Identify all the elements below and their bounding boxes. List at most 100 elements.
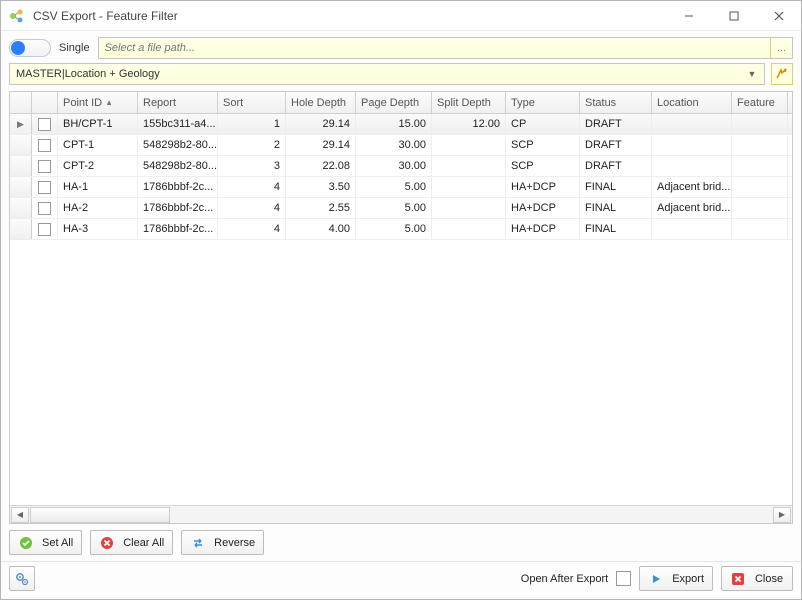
cell-feature[interactable] (732, 114, 788, 134)
cell-hole-depth[interactable]: 22.08 (286, 156, 356, 176)
cell-feature[interactable] (732, 156, 788, 176)
set-all-button[interactable]: Set All (9, 530, 82, 555)
cell-feature[interactable] (732, 135, 788, 155)
cell-page-depth[interactable]: 30.00 (356, 135, 432, 155)
column-header-hole-depth[interactable]: Hole Depth (286, 92, 356, 113)
export-button[interactable]: Export (639, 566, 713, 591)
cell-point-id[interactable]: BH/CPT-1 (58, 114, 138, 134)
template-select[interactable]: MASTER|Location + Geology ▼ (9, 63, 765, 85)
cell-sort[interactable]: 3 (218, 156, 286, 176)
settings-button[interactable] (9, 566, 35, 591)
cell-location[interactable] (652, 135, 732, 155)
cell-status[interactable]: DRAFT (580, 114, 652, 134)
column-header-type[interactable]: Type (506, 92, 580, 113)
table-row[interactable]: HA-11786bbbf-2c...43.505.00 HA+DCPFINALAd… (10, 177, 792, 198)
table-row[interactable]: CPT-1548298b2-80...229.1430.00SCPDRAFT (10, 135, 792, 156)
cell-feature[interactable] (732, 177, 788, 197)
cell-page-depth[interactable]: 5.00 (356, 219, 432, 239)
column-header-location[interactable]: Location (652, 92, 732, 113)
cell-type[interactable]: HA+DCP (506, 219, 580, 239)
close-window-button[interactable] (756, 1, 801, 31)
row-checkbox[interactable] (38, 223, 51, 236)
cell-split-depth[interactable]: 12.00 (432, 114, 506, 134)
scroll-track[interactable] (30, 507, 772, 523)
cell-split-depth[interactable] (432, 177, 506, 197)
cell-hole-depth[interactable]: 2.55 (286, 198, 356, 218)
cell-type[interactable]: SCP (506, 135, 580, 155)
cell-report[interactable]: 1786bbbf-2c... (138, 219, 218, 239)
cell-split-depth[interactable] (432, 135, 506, 155)
table-row[interactable]: CPT-2548298b2-80...322.0830.00 SCPDRAFT (10, 156, 792, 177)
cell-report[interactable]: 548298b2-80... (138, 156, 218, 176)
cell-sort[interactable]: 2 (218, 135, 286, 155)
cell-split-depth[interactable] (432, 156, 506, 176)
table-row[interactable]: HA-31786bbbf-2c...44.005.00 HA+DCPFINAL (10, 219, 792, 240)
column-header-feature[interactable]: Feature (732, 92, 788, 113)
cell-report[interactable]: 548298b2-80... (138, 135, 218, 155)
scroll-thumb[interactable] (30, 507, 170, 523)
cell-sort[interactable]: 4 (218, 198, 286, 218)
cell-point-id[interactable]: CPT-1 (58, 135, 138, 155)
checkbox-column-header[interactable] (32, 92, 58, 113)
cell-split-depth[interactable] (432, 198, 506, 218)
clear-all-button[interactable]: Clear All (90, 530, 173, 555)
cell-report[interactable]: 155bc311-a4... (138, 114, 218, 134)
cell-hole-depth[interactable]: 4.00 (286, 219, 356, 239)
column-header-split-depth[interactable]: Split Depth (432, 92, 506, 113)
minimize-button[interactable] (666, 1, 711, 31)
filepath-browse-button[interactable]: ... (770, 38, 792, 58)
cell-location[interactable] (652, 219, 732, 239)
cell-location[interactable] (652, 114, 732, 134)
single-toggle[interactable] (9, 39, 51, 57)
row-checkbox[interactable] (38, 160, 51, 173)
cell-point-id[interactable]: CPT-2 (58, 156, 138, 176)
table-row[interactable]: HA-21786bbbf-2c...42.555.00 HA+DCPFINALAd… (10, 198, 792, 219)
column-header-report[interactable]: Report (138, 92, 218, 113)
cell-point-id[interactable]: HA-1 (58, 177, 138, 197)
cell-sort[interactable]: 4 (218, 177, 286, 197)
filepath-input[interactable] (99, 42, 770, 54)
table-row[interactable]: ▶BH/CPT-1155bc311-a4...129.1415.0012.00C… (10, 114, 792, 135)
maximize-button[interactable] (711, 1, 756, 31)
cell-report[interactable]: 1786bbbf-2c... (138, 177, 218, 197)
cell-type[interactable]: HA+DCP (506, 198, 580, 218)
column-header-point-id[interactable]: Point ID▲ (58, 92, 138, 113)
cell-page-depth[interactable]: 5.00 (356, 198, 432, 218)
column-header-status[interactable]: Status (580, 92, 652, 113)
scroll-left-button[interactable]: ◀ (11, 507, 29, 523)
scroll-right-button[interactable]: ▶ (773, 507, 791, 523)
cell-type[interactable]: CP (506, 114, 580, 134)
row-checkbox[interactable] (38, 118, 51, 131)
cell-location[interactable]: Adjacent brid... (652, 177, 732, 197)
cell-status[interactable]: FINAL (580, 219, 652, 239)
refresh-templates-button[interactable] (771, 63, 793, 85)
column-header-sort[interactable]: Sort (218, 92, 286, 113)
cell-hole-depth[interactable]: 3.50 (286, 177, 356, 197)
close-button[interactable]: Close (721, 566, 793, 591)
reverse-button[interactable]: Reverse (181, 530, 264, 555)
cell-split-depth[interactable] (432, 219, 506, 239)
cell-page-depth[interactable]: 15.00 (356, 114, 432, 134)
cell-hole-depth[interactable]: 29.14 (286, 135, 356, 155)
cell-type[interactable]: HA+DCP (506, 177, 580, 197)
cell-page-depth[interactable]: 30.00 (356, 156, 432, 176)
cell-status[interactable]: DRAFT (580, 156, 652, 176)
cell-status[interactable]: FINAL (580, 177, 652, 197)
column-header-page-depth[interactable]: Page Depth (356, 92, 432, 113)
cell-point-id[interactable]: HA-2 (58, 198, 138, 218)
cell-point-id[interactable]: HA-3 (58, 219, 138, 239)
cell-feature[interactable] (732, 198, 788, 218)
cell-hole-depth[interactable]: 29.14 (286, 114, 356, 134)
cell-sort[interactable]: 1 (218, 114, 286, 134)
row-checkbox[interactable] (38, 202, 51, 215)
cell-location[interactable] (652, 156, 732, 176)
horizontal-scrollbar[interactable]: ◀ ▶ (10, 505, 792, 523)
cell-status[interactable]: FINAL (580, 198, 652, 218)
cell-page-depth[interactable]: 5.00 (356, 177, 432, 197)
cell-location[interactable]: Adjacent brid... (652, 198, 732, 218)
cell-feature[interactable] (732, 219, 788, 239)
cell-type[interactable]: SCP (506, 156, 580, 176)
open-after-export-checkbox[interactable] (616, 571, 631, 586)
cell-sort[interactable]: 4 (218, 219, 286, 239)
cell-report[interactable]: 1786bbbf-2c... (138, 198, 218, 218)
